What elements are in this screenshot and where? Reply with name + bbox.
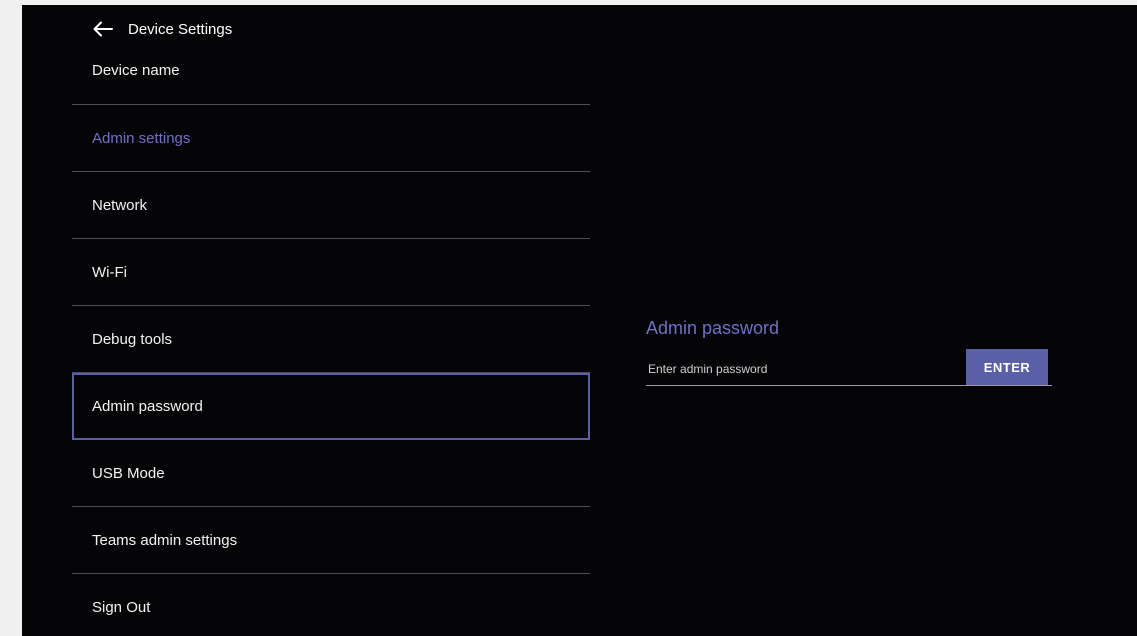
menu-item-wifi[interactable]: Wi-Fi: [72, 239, 590, 306]
settings-menu: Device name Admin settings Network Wi-Fi…: [72, 37, 590, 636]
menu-item-admin-password[interactable]: Admin password: [72, 373, 590, 440]
menu-item-debug-tools[interactable]: Debug tools: [72, 306, 590, 373]
menu-item-sign-out[interactable]: Sign Out: [72, 574, 590, 636]
page-title: Device Settings: [128, 20, 233, 38]
menu-item-admin-settings[interactable]: Admin settings: [72, 105, 590, 172]
admin-password-panel: Admin password ENTER: [646, 318, 1052, 386]
device-settings-screen: Device Settings Device name Admin settin…: [22, 5, 1137, 636]
password-row: ENTER: [646, 349, 1052, 386]
enter-button[interactable]: ENTER: [966, 349, 1048, 385]
menu-item-teams-admin-settings[interactable]: Teams admin settings: [72, 507, 590, 574]
menu-item-network[interactable]: Network: [72, 172, 590, 239]
admin-password-input[interactable]: [646, 349, 966, 385]
menu-item-usb-mode[interactable]: USB Mode: [72, 440, 590, 507]
menu-item-device-name[interactable]: Device name: [72, 37, 590, 105]
panel-title: Admin password: [646, 318, 780, 338]
